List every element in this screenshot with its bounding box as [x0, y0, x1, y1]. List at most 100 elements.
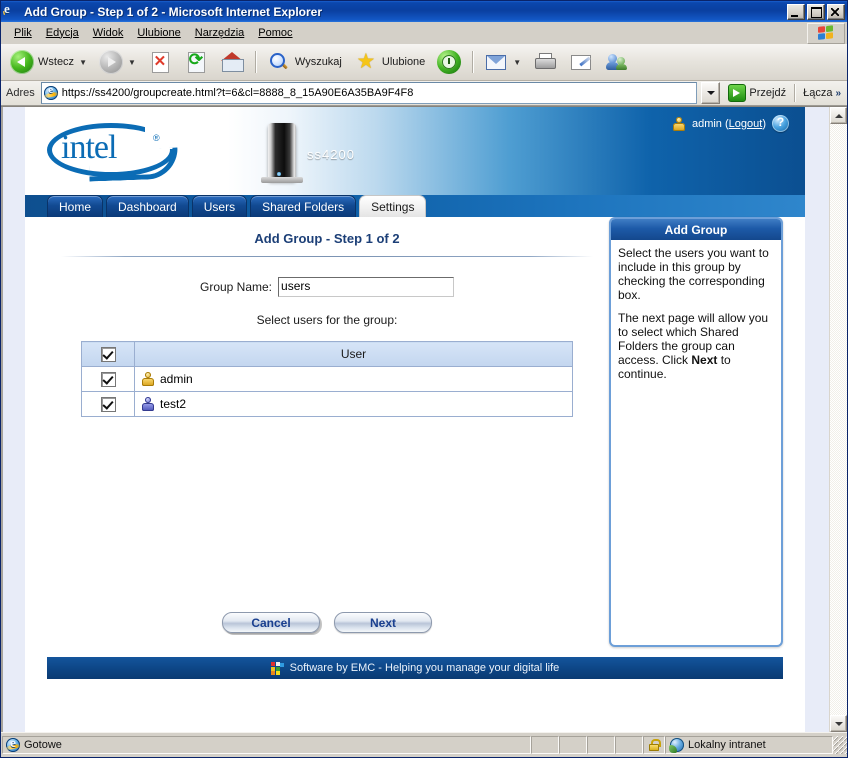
toolbar-separator-2: [472, 51, 474, 73]
account-username: admin: [691, 117, 722, 130]
tab-dashboard[interactable]: Dashboard: [106, 195, 189, 217]
lock-icon: [649, 739, 661, 751]
maximize-button[interactable]: [807, 3, 825, 20]
next-button[interactable]: Next: [334, 612, 432, 633]
refresh-button[interactable]: [179, 46, 213, 78]
menu-item-narzedzia[interactable]: Narzędzia: [188, 25, 252, 41]
address-label: Adres: [6, 87, 35, 99]
printer-icon: [533, 50, 557, 74]
tab-settings[interactable]: Settings: [359, 195, 427, 217]
scroll-up-button[interactable]: [830, 107, 847, 124]
help-paragraph-1: Select the users you want to include in …: [618, 246, 769, 302]
home-icon: [220, 50, 244, 74]
windows-logo-button[interactable]: [807, 23, 845, 44]
group-name-input[interactable]: users: [278, 277, 455, 297]
help-p2-bold: Next: [691, 353, 718, 367]
add-group-form: Add Group - Step 1 of 2 Group Name: user…: [47, 217, 607, 417]
browser-viewport: intel ® ss4200 admin (Logout) Hom: [1, 106, 847, 732]
menu-item-pomoc[interactable]: Pomoc: [251, 25, 299, 41]
status-message-cell: Gotowe: [2, 735, 531, 754]
logout-link[interactable]: Logout: [729, 118, 763, 130]
row-user-name: test2: [160, 397, 187, 411]
help-paragraph-2: The next page will allow you to select w…: [618, 311, 774, 381]
links-button[interactable]: Łącza »: [799, 82, 845, 104]
mail-button[interactable]: ▼: [479, 46, 526, 78]
links-chevron-icon[interactable]: »: [835, 88, 841, 99]
edit-button[interactable]: [564, 46, 598, 78]
favorites-button[interactable]: Ulubione: [349, 46, 430, 78]
group-name-row: Group Name: users: [47, 277, 607, 297]
favorites-button-label: Ulubione: [381, 56, 426, 68]
messenger-button[interactable]: [600, 46, 634, 78]
user-column-header: User: [134, 341, 573, 367]
search-button-label: Wyszukaj: [294, 56, 342, 68]
search-icon: [267, 50, 291, 74]
minimize-button[interactable]: [787, 3, 805, 20]
back-button[interactable]: Wstecz ▼: [5, 46, 92, 78]
status-page-icon: [6, 735, 20, 752]
web-page: intel ® ss4200 admin (Logout) Hom: [1, 107, 829, 732]
vertical-scrollbar[interactable]: [829, 107, 847, 732]
browser-toolbar: Wstecz ▼ ▼ Wyszukaj Ulubione: [1, 44, 847, 81]
menu-item-pomoc-label: Pomoc: [258, 26, 293, 39]
go-arrow-icon: [728, 84, 747, 102]
row-checkbox-test2[interactable]: [100, 396, 116, 412]
address-dropdown-button[interactable]: [701, 82, 721, 104]
help-panel-body: Select the users you want to include in …: [611, 240, 781, 381]
group-name-label: Group Name:: [199, 280, 273, 294]
ss4200-device-image: [268, 123, 296, 181]
tab-users[interactable]: Users: [191, 195, 248, 217]
row-user-cell: admin: [134, 366, 573, 392]
tab-home[interactable]: Home: [47, 195, 104, 217]
search-button[interactable]: Wyszukaj: [262, 46, 347, 78]
logout-paren-close: ): [762, 117, 766, 130]
menu-bar: Plik Edycja Widok Ulubione Narzędzia Pom…: [1, 22, 847, 44]
stop-button[interactable]: [143, 46, 177, 78]
tab-shared-folders[interactable]: Shared Folders: [250, 195, 357, 217]
menu-item-widok[interactable]: Widok: [86, 25, 131, 41]
mail-dropdown-icon[interactable]: ▼: [513, 58, 521, 67]
back-dropdown-icon[interactable]: ▼: [79, 58, 87, 67]
forward-button[interactable]: ▼: [94, 46, 141, 78]
select-users-label: Select users for the group:: [256, 313, 398, 327]
status-blank-1: [531, 736, 559, 754]
messenger-icon: [605, 50, 629, 74]
home-button[interactable]: [215, 46, 249, 78]
select-all-header: [81, 341, 135, 367]
row-checkbox-cell: [81, 391, 135, 417]
help-icon[interactable]: [772, 115, 789, 132]
status-blank-4: [615, 736, 643, 754]
menu-item-plik-label: Plik: [14, 26, 32, 39]
title-divider: [61, 256, 593, 257]
go-button-label: Przejdź: [749, 87, 787, 99]
security-lock-cell[interactable]: [643, 736, 665, 754]
cancel-button[interactable]: Cancel: [222, 612, 320, 633]
toolbar-separator: [254, 51, 256, 73]
row-checkbox-admin[interactable]: [100, 371, 116, 387]
status-bar: Gotowe Lokalny intranet: [1, 732, 847, 757]
address-input[interactable]: https://ss4200/groupcreate.html?t=6&cl=8…: [40, 82, 698, 104]
menu-item-plik[interactable]: Plik: [7, 25, 39, 41]
window-controls: [787, 3, 845, 20]
go-button[interactable]: Przejdź: [724, 82, 790, 104]
menu-item-edycja[interactable]: Edycja: [39, 25, 86, 41]
app-header: intel ® ss4200 admin (Logout): [25, 107, 805, 195]
resize-grip[interactable]: [833, 736, 847, 754]
history-button[interactable]: [432, 46, 466, 78]
row-user-name: admin: [160, 372, 193, 386]
status-message: Gotowe: [24, 739, 62, 751]
refresh-icon: [184, 50, 208, 74]
menu-item-ulubione[interactable]: Ulubione: [130, 25, 187, 41]
scroll-down-button[interactable]: [830, 715, 847, 732]
intel-trademark: ®: [153, 133, 160, 143]
forward-dropdown-icon[interactable]: ▼: [128, 58, 136, 67]
user-icon-gold: [141, 372, 155, 386]
print-button[interactable]: [528, 46, 562, 78]
security-zone-cell[interactable]: Lokalny intranet: [665, 736, 833, 754]
select-all-checkbox[interactable]: [100, 346, 116, 362]
page-title: Add Group - Step 1 of 2: [254, 231, 400, 246]
page-body: Add Group - Step 1 of 2 Group Name: user…: [25, 217, 805, 692]
close-button[interactable]: [827, 3, 845, 20]
account-bar: admin (Logout): [672, 115, 789, 132]
device-name-label: ss4200: [307, 147, 355, 162]
